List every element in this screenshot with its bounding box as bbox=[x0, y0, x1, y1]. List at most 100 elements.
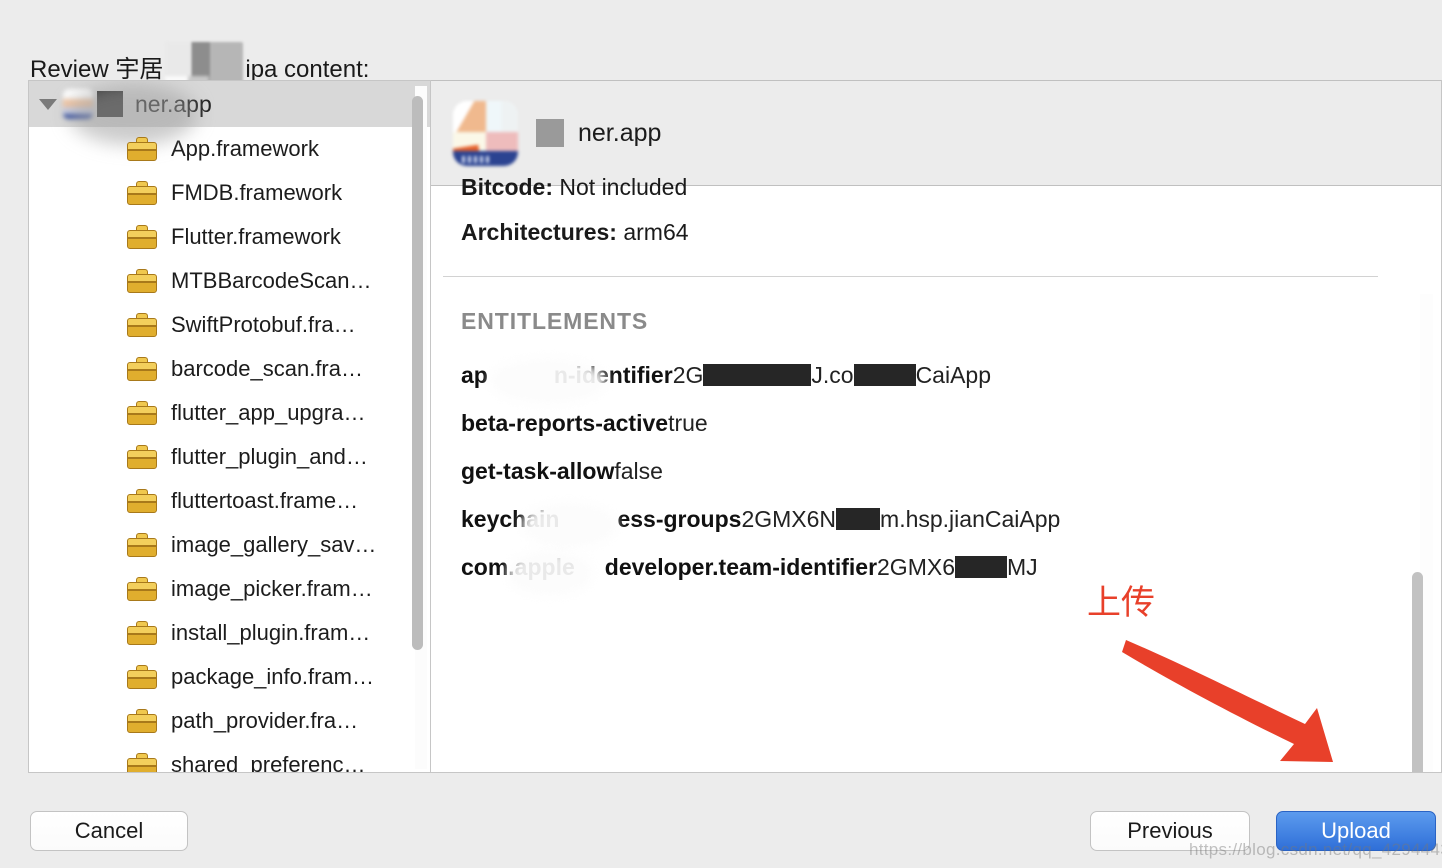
bitcode-value: Not included bbox=[559, 174, 688, 200]
page-title-prefix: Review 宇居 bbox=[30, 56, 164, 83]
redaction-block bbox=[836, 508, 855, 530]
list-item-label: package_info.fram… bbox=[171, 664, 374, 689]
entitlement-row: ap n-identifier 2G J.co CaiApp bbox=[461, 358, 1361, 404]
briefcase-icon bbox=[127, 401, 157, 425]
list-item[interactable]: image_gallery_sav… bbox=[29, 523, 430, 567]
briefcase-icon bbox=[127, 269, 157, 293]
redaction-block bbox=[955, 556, 1007, 578]
redaction-block bbox=[879, 364, 916, 386]
briefcase-icon bbox=[127, 533, 157, 557]
list-item[interactable]: barcode_scan.fra… bbox=[29, 347, 430, 391]
entitlement-key-start: get-task-allow bbox=[461, 458, 615, 484]
cancel-button[interactable]: Cancel bbox=[30, 811, 188, 851]
entitlement-value: 2GMX6N m.hsp.jianCaiApp bbox=[741, 506, 1060, 533]
list-item-label: Flutter.framework bbox=[171, 224, 341, 249]
list-item[interactable]: flutter_app_upgra… bbox=[29, 391, 430, 435]
tree-root-row[interactable]: ner.app bbox=[29, 81, 430, 145]
entitlement-key: beta-reports-active bbox=[461, 410, 668, 437]
entitlement-value: false bbox=[614, 458, 663, 485]
briefcase-icon bbox=[127, 753, 157, 772]
list-item-label: image_picker.fram… bbox=[171, 576, 373, 601]
list-item-label: path_provider.fra… bbox=[171, 708, 359, 733]
briefcase-icon bbox=[127, 313, 157, 337]
entitlement-value-part: true bbox=[668, 410, 708, 436]
briefcase-icon bbox=[127, 445, 157, 469]
ipa-review-dialog: Review 宇居 ipa content: ner.app App.frame… bbox=[0, 0, 1442, 868]
entitlement-key-end: n-identifier bbox=[553, 362, 673, 388]
detail-panel: ner.app Bitcode: Not included Architectu… bbox=[431, 80, 1442, 773]
tree-root-label: ner.app bbox=[135, 90, 212, 117]
entitlement-key: keychain ess-groups bbox=[461, 502, 742, 548]
bitcode-key: Bitcode: bbox=[461, 174, 553, 200]
list-item[interactable]: Flutter.framework bbox=[29, 215, 430, 259]
detail-scrollbar-thumb[interactable] bbox=[1412, 572, 1423, 773]
list-item[interactable]: path_provider.fra… bbox=[29, 699, 430, 743]
detail-body: Bitcode: Not included Architectures: arm… bbox=[431, 174, 1442, 773]
entitlement-value-part: J.co bbox=[811, 362, 854, 388]
list-item-label: install_plugin.fram… bbox=[171, 620, 371, 645]
list-item[interactable]: install_plugin.fram… bbox=[29, 611, 430, 655]
list-item-label: App.framework bbox=[171, 136, 319, 161]
entitlement-value: 2G J.co CaiApp bbox=[673, 362, 991, 389]
list-item[interactable]: image_picker.fram… bbox=[29, 567, 430, 611]
bitcode-row: Bitcode: Not included bbox=[461, 174, 687, 201]
entitlement-row: keychain ess-groups 2GMX6N m.hsp.jianCaiApp bbox=[461, 502, 1361, 548]
list-item[interactable]: shared_preferenc… bbox=[29, 743, 430, 773]
detail-scrollbar[interactable] bbox=[1412, 294, 1433, 773]
previous-button[interactable]: Previous bbox=[1090, 811, 1250, 851]
detail-app-name: ner.app bbox=[578, 118, 662, 147]
entitlement-value-part: CaiApp bbox=[915, 362, 991, 388]
architectures-key: Architectures: bbox=[461, 219, 617, 245]
entitlements-list: ap n-identifier 2G J.co CaiApp beta-reports-a… bbox=[461, 358, 1361, 599]
architectures-row: Architectures: arm64 bbox=[461, 219, 689, 246]
entitlement-row: com.apple developer.team-identifier 2GMX6 M… bbox=[461, 550, 1361, 596]
briefcase-icon bbox=[127, 665, 157, 689]
chevron-down-icon[interactable] bbox=[39, 98, 57, 110]
list-item[interactable]: SwiftProtobuf.fra… bbox=[29, 303, 430, 347]
entitlement-key-start: com.apple bbox=[461, 554, 575, 580]
page-title: Review 宇居 ipa content: bbox=[30, 33, 369, 86]
ipa-content-tree[interactable]: ner.app App.framework FMDB.framework Flutt… bbox=[28, 80, 431, 773]
briefcase-icon bbox=[127, 181, 157, 205]
list-item-label: flutter_app_upgra… bbox=[171, 400, 366, 425]
list-item-label: SwiftProtobuf.fra… bbox=[171, 312, 356, 337]
list-item[interactable]: fluttertoast.frame… bbox=[29, 479, 430, 523]
list-item[interactable]: package_info.fram… bbox=[29, 655, 430, 699]
redaction-block bbox=[853, 364, 880, 386]
app-icon bbox=[453, 100, 518, 166]
entitlement-value: 2GMX6 MJ bbox=[877, 554, 1038, 581]
redaction-block bbox=[725, 364, 812, 386]
redaction-block bbox=[854, 508, 881, 530]
entitlement-key-end: ess-groups bbox=[617, 506, 742, 532]
redaction-block-app-name bbox=[536, 119, 564, 147]
entitlement-value-part: false bbox=[614, 458, 663, 484]
list-item-label: FMDB.framework bbox=[171, 180, 343, 205]
list-item[interactable]: MTBBarcodeScan… bbox=[29, 259, 430, 303]
list-item-label: barcode_scan.fra… bbox=[171, 356, 363, 381]
entitlement-row: beta-reports-activetrue bbox=[461, 407, 1361, 437]
briefcase-icon bbox=[127, 577, 157, 601]
list-item-label: MTBBarcodeScan… bbox=[171, 268, 372, 293]
upload-button[interactable]: Upload bbox=[1276, 811, 1436, 851]
entitlement-key: com.apple developer.team-identifier bbox=[461, 550, 877, 596]
entitlement-value-part: MJ bbox=[1007, 554, 1038, 580]
list-item-label: image_gallery_sav… bbox=[171, 532, 377, 557]
tree-item-list: App.framework FMDB.framework Flutter.frame… bbox=[29, 127, 430, 773]
entitlement-value-part: 2GMX6N bbox=[741, 506, 837, 532]
tree-scrollbar[interactable] bbox=[412, 86, 427, 769]
list-item[interactable]: App.framework bbox=[29, 127, 430, 171]
redaction-block-root bbox=[97, 91, 123, 117]
entitlement-key: get-task-allow bbox=[461, 458, 614, 485]
list-item[interactable]: FMDB.framework bbox=[29, 171, 430, 215]
architectures-value: arm64 bbox=[623, 219, 689, 245]
list-item-label: shared_preferenc… bbox=[171, 752, 366, 773]
entitlement-value-part: m.hsp.jianCaiApp bbox=[880, 506, 1061, 532]
briefcase-icon bbox=[127, 489, 157, 513]
entitlement-value-part: 2GMX6 bbox=[877, 554, 955, 580]
list-item[interactable]: flutter_plugin_and… bbox=[29, 435, 430, 479]
detail-header: ner.app bbox=[431, 80, 1442, 186]
entitlement-value-part: 2G bbox=[672, 362, 704, 388]
list-item-label: flutter_plugin_and… bbox=[171, 444, 368, 469]
entitlement-key: ap n-identifier bbox=[461, 358, 673, 404]
tree-scrollbar-thumb[interactable] bbox=[412, 96, 423, 650]
